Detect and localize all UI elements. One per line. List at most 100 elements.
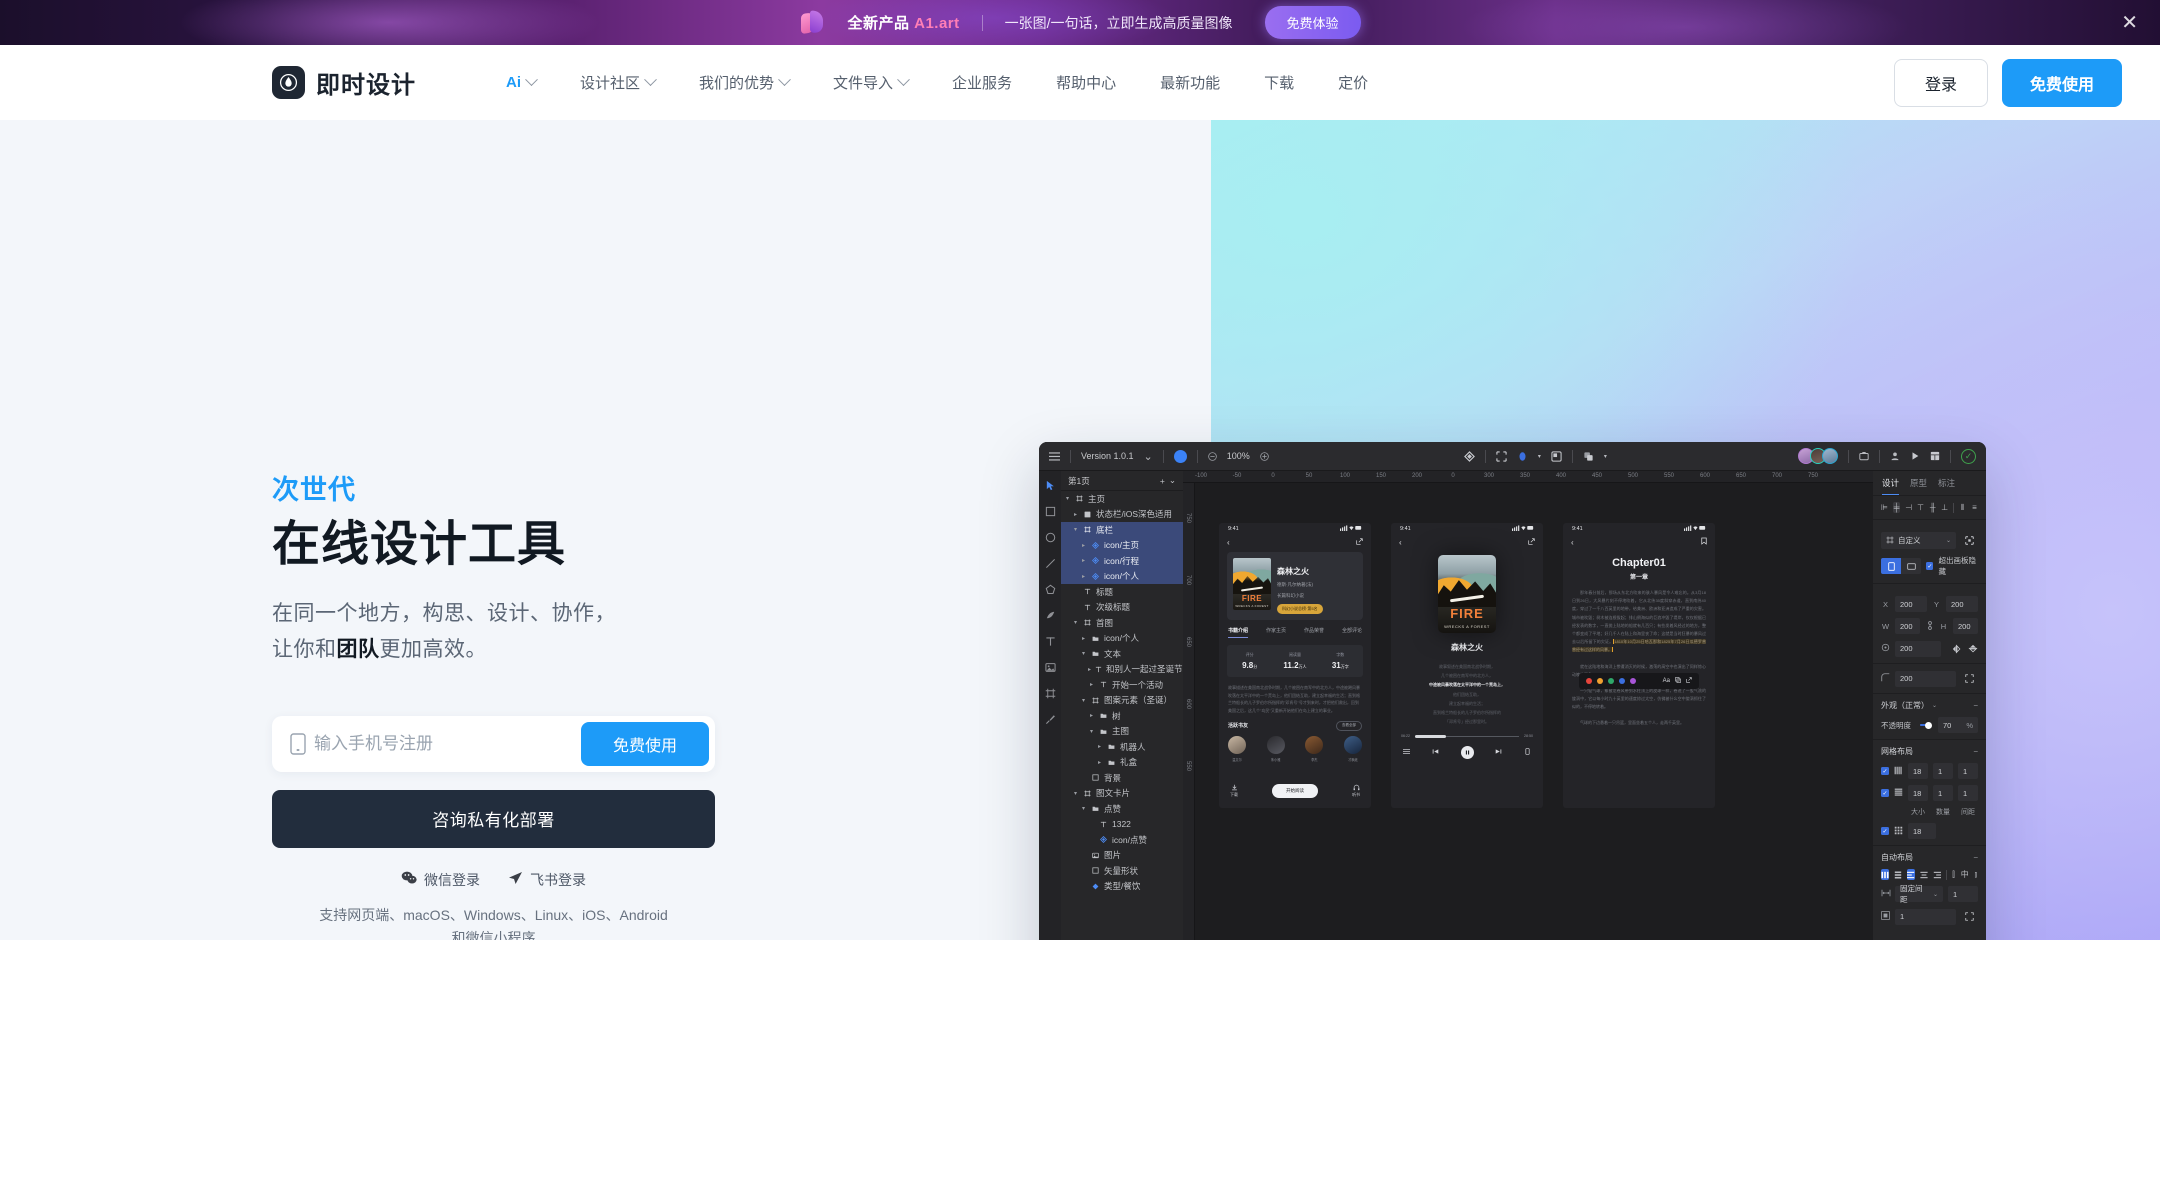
flip-horizontal-icon[interactable] [1951,640,1962,657]
download-action[interactable]: 下载 [1230,784,1238,798]
rectangle-tool-icon[interactable] [1044,505,1057,518]
chevron-down-icon[interactable]: ⌄ [1144,450,1153,463]
padding-input[interactable]: 1 [1895,908,1956,925]
artboard-book-detail[interactable]: 9:41 ‹ FIRE WRECKS A FOREST 森林之火 德斯·凡尔纳著… [1219,523,1371,808]
menu-icon[interactable] [1049,451,1060,462]
layer-expand-arrow[interactable]: ▸ [1088,712,1095,719]
move-tool-icon[interactable] [1044,479,1057,492]
device-icon[interactable] [1524,748,1531,757]
font-size-icon[interactable]: Aa [1663,678,1670,684]
chevron-down-icon[interactable]: ⌄ [1932,702,1937,709]
ellipse-tool-icon[interactable] [1044,531,1057,544]
frame-icon[interactable] [1496,450,1507,462]
layer-row[interactable]: ▸ icon/主页 [1061,537,1183,553]
layout-panel-icon[interactable] [1930,451,1940,461]
layout-vmiddle-icon[interactable]: 中 [1961,869,1969,880]
collapse-icon[interactable]: − [1973,747,1978,756]
layer-row[interactable]: ▸ icon/个人 [1061,631,1183,647]
start-reading-button[interactable]: 开始阅读 [1272,784,1318,798]
layer-row[interactable]: ▾ 点赞 [1061,801,1183,817]
page-name-label[interactable]: 第1页 [1068,475,1156,487]
reader-item[interactable]: 朱小雅 [1266,735,1285,762]
nav-item-download[interactable]: 下载 [1242,64,1316,101]
align-left-icon[interactable]: ⊫ [1881,502,1888,513]
layer-expand-arrow[interactable]: ▸ [1088,666,1091,673]
listen-action[interactable]: 听书 [1352,784,1360,798]
align-center-h-icon[interactable]: ╪ [1893,502,1901,513]
nav-item-advantages[interactable]: 我们的优势 [677,64,811,101]
lock-aspect-icon[interactable] [1925,620,1934,632]
back-icon[interactable]: ‹ [1227,538,1230,547]
layer-expand-arrow[interactable]: ▸ [1080,542,1087,549]
grid-row-size-input[interactable]: 18 [1908,785,1928,801]
w-input[interactable]: 200 [1895,618,1920,634]
polygon-tool-icon[interactable] [1044,583,1057,596]
layer-row[interactable]: 图片 [1061,848,1183,864]
share-icon[interactable] [1686,677,1692,685]
signup-free-button[interactable]: 免费使用 [2001,58,2122,107]
previous-icon[interactable] [1432,748,1439,757]
highlight-color-blue[interactable] [1619,678,1625,684]
logo[interactable]: 即时设计 [272,65,416,100]
layer-row[interactable]: 次级标题 [1061,600,1183,616]
collapse-icon[interactable]: − [1973,853,1978,862]
highlight-color-purple[interactable] [1630,678,1636,684]
grid-square-checkbox[interactable]: ✓ [1881,827,1889,835]
share-user-icon[interactable] [1890,451,1900,461]
layer-expand-arrow[interactable]: ▸ [1072,511,1079,518]
layer-expand-arrow[interactable]: ▾ [1080,805,1087,812]
grid-square-size-input[interactable]: 18 [1908,823,1936,839]
grid-columns-checkbox[interactable]: ✓ [1881,767,1889,775]
tab-comments[interactable]: 全部评论 [1342,627,1362,638]
promo-cta-button[interactable]: 免费体验 [1264,6,1361,39]
layout-align-end-icon[interactable] [1933,869,1941,880]
layer-row[interactable]: ▸ icon/行程 [1061,553,1183,569]
corner-radius-input[interactable]: 200 [1895,670,1956,687]
eyedropper-tool-icon[interactable] [1044,713,1057,726]
grid-rows-checkbox[interactable]: ✓ [1881,789,1889,797]
nav-item-ai[interactable]: Ai [484,66,558,99]
pause-button[interactable] [1460,746,1474,760]
avatar[interactable] [1822,448,1839,464]
playlist-icon[interactable] [1403,748,1410,757]
layer-expand-arrow[interactable]: ▸ [1080,557,1087,564]
align-middle-v-icon[interactable]: ╫ [1929,502,1936,513]
layer-row[interactable]: ▾ 图文卡片 [1061,786,1183,802]
align-bottom-icon[interactable]: ⊥ [1941,502,1948,513]
clip-content-checkbox[interactable]: ✓ [1926,562,1934,570]
frame-preset-select[interactable]: 自定义 ⌄ [1881,532,1956,549]
layer-row[interactable]: ▸ 树 [1061,708,1183,724]
tab-annotation[interactable]: 标注 [1938,477,1955,495]
distribute-v-icon[interactable]: ≡ [1971,502,1978,513]
layer-row[interactable]: 类型/餐饮 [1061,879,1183,895]
layer-expand-arrow[interactable]: ▸ [1088,681,1095,688]
grid-row-count-input[interactable]: 1 [1933,785,1953,801]
login-button[interactable]: 登录 [1893,58,1988,107]
phone-input[interactable] [314,733,581,754]
rotation-input[interactable]: 200 [1895,640,1941,657]
layer-row[interactable]: ▾ 底栏 [1061,522,1183,538]
next-icon[interactable] [1495,748,1502,757]
share-icon[interactable] [1528,537,1535,547]
nav-item-whatsnew[interactable]: 最新功能 [1138,64,1242,101]
layer-row[interactable]: ▸ 状态栏/iOS深色适用 [1061,507,1183,523]
reader-item[interactable]: 李杰 [1305,735,1324,762]
layer-row[interactable]: 背景 [1061,770,1183,786]
audio-progress[interactable]: 06:22 28:50 [1401,734,1533,738]
frame-tool-icon[interactable] [1044,687,1057,700]
feishu-login[interactable]: 飞书登录 [508,870,586,890]
layer-expand-arrow[interactable]: ▾ [1064,495,1071,502]
spacing-mode-select[interactable]: 固定间距 ⌄ [1895,884,1943,904]
signup-submit-button[interactable]: 免费使用 [580,721,709,766]
nav-item-enterprise[interactable]: 企业服务 [930,64,1034,101]
orientation-portrait-button[interactable] [1881,558,1902,574]
highlight-color-orange[interactable] [1597,678,1603,684]
layer-row[interactable]: ▸ 开始一个活动 [1061,677,1183,693]
artboard-chapter-reader[interactable]: 9:41 ‹ Chapter01 第一章 那年春分前后，那场从东北方吹来的骇人暴… [1563,523,1715,808]
history-icon[interactable] [1859,451,1869,461]
tab-awards[interactable]: 作品荣誉 [1304,627,1324,638]
reader-item[interactable]: 温文尔 [1228,735,1246,762]
layer-expand-arrow[interactable]: ▾ [1088,728,1095,735]
layer-expand-arrow[interactable]: ▸ [1080,573,1087,580]
pen-tool-icon[interactable] [1044,609,1057,622]
